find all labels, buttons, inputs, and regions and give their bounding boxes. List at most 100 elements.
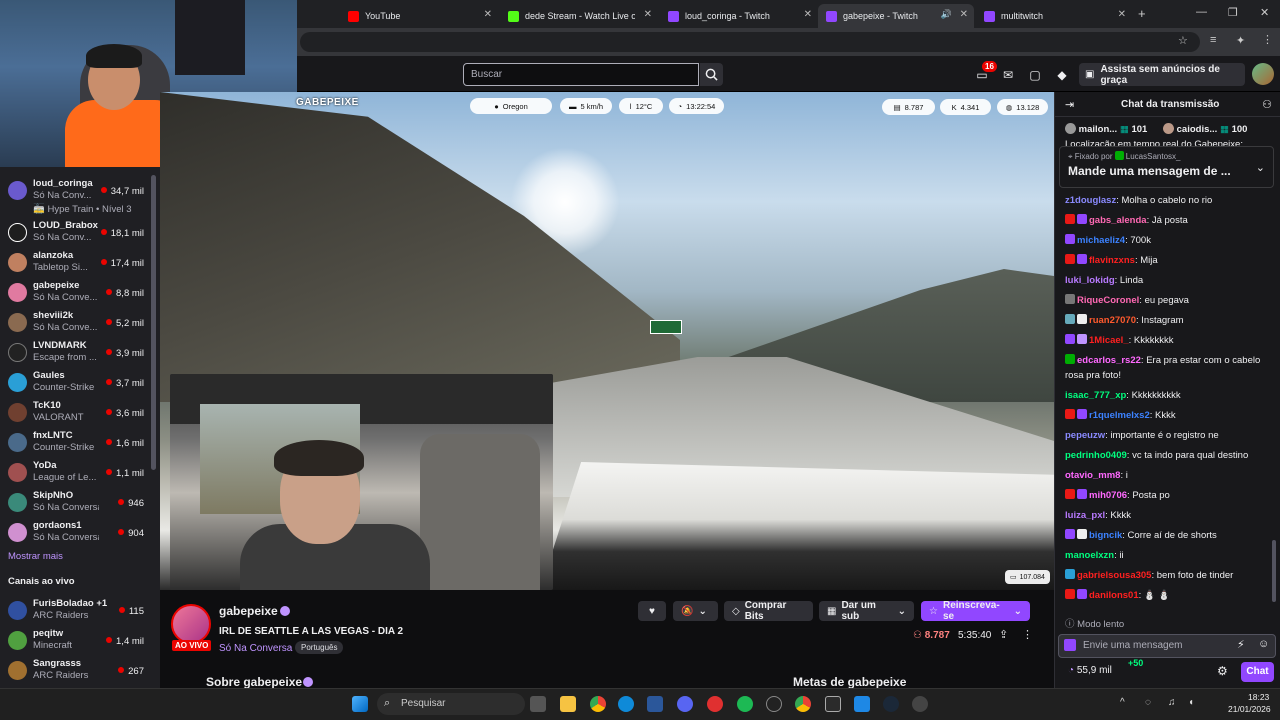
sidebar-live-furisboladao[interactable]: FurisBoladao +1 ARC Raiders 115	[0, 596, 152, 626]
sidebar-scrollbar[interactable]	[151, 175, 156, 470]
spotify-icon[interactable]	[737, 696, 753, 712]
sub-badge-icon	[1065, 214, 1075, 224]
resubscribe-button[interactable]: ☆ Reinscreva-se ⌄	[921, 600, 1030, 622]
language-tag[interactable]: Português	[295, 641, 344, 654]
sidebar-channel-gabepeixe[interactable]: gabepeixe Só Na Conve... 8,8 mil	[0, 278, 152, 308]
sidebar-channel-alanzoka[interactable]: alanzoka Tabletop Si... 17,4 mil	[0, 248, 152, 278]
emote-picker-icon[interactable]: ☺	[1258, 638, 1269, 650]
sidebar-channel-yoda[interactable]: YoDa League of Le... 1,1 mil	[0, 458, 152, 488]
buy-bits-button[interactable]: ◇ Comprar Bits	[724, 600, 813, 622]
user-avatar[interactable]	[1252, 63, 1274, 85]
tab-youtube[interactable]: YouTube ✕	[340, 4, 498, 28]
sidebar-channel-fnxlntc[interactable]: fnxLNTC Counter-Strike 1,6 mil	[0, 428, 152, 458]
sidebar-live-peqitw[interactable]: peqitw Minecraft 1,4 mil	[0, 626, 152, 656]
prime-ad-free-button[interactable]: ▣ Assista sem anúncios de graça	[1079, 63, 1245, 86]
sidebar-live-sangrasss[interactable]: Sangrasss ARC Raiders 267	[0, 656, 152, 686]
chat-scrollbar[interactable]	[1272, 540, 1276, 602]
search-input[interactable]: Buscar	[463, 63, 699, 86]
bits-icon[interactable]: ◆	[1055, 68, 1069, 82]
app-icon[interactable]	[707, 696, 723, 712]
community-icon[interactable]: ⚇	[1262, 98, 1272, 111]
speaker-icon[interactable]: 🔊	[941, 9, 952, 20]
chevron-down-icon: ⌄	[897, 605, 906, 617]
notepad-icon[interactable]	[854, 696, 870, 712]
notifications-button[interactable]: 🔕 ⌄	[673, 601, 718, 621]
new-tab-icon[interactable]: +	[1138, 6, 1146, 21]
restore-icon[interactable]: ❐	[1228, 6, 1238, 19]
share-icon[interactable]: ⇪	[999, 628, 1008, 641]
streamer-name[interactable]: gabepeixe	[219, 604, 278, 618]
video-player[interactable]: GABEPEIXE ● Oregon ▬ 5 km/h ǀ 12°C ◔ 13:22:5…	[160, 92, 1054, 590]
tab-gabepeixe[interactable]: gabepeixe - Twitch 🔊 ✕	[818, 4, 974, 28]
channel-points-balance[interactable]: ◔ 55,9 mil	[1068, 665, 1112, 676]
sub-badge-icon	[1065, 529, 1075, 539]
sidebar-channel-loud-brabox[interactable]: LOUD_Brabox Só Na Conv... 18,1 mil	[0, 218, 152, 248]
discord-icon[interactable]	[677, 696, 693, 712]
windows-start-icon[interactable]	[352, 696, 368, 712]
chat-message: pedrinho0409: vc ta indo para qual desti…	[1065, 450, 1249, 461]
sidebar-channel-gaules[interactable]: Gaules Counter-Strike 3,7 mil	[0, 368, 152, 398]
app-icon[interactable]	[912, 696, 928, 712]
reading-list-icon[interactable]: ≡	[1210, 34, 1216, 46]
mute-badge-icon	[1077, 529, 1087, 539]
pinned-message[interactable]: ⌖ Fixado por LucasSantosx_ Mande uma men…	[1059, 146, 1274, 188]
close-window-icon[interactable]: ✕	[1260, 6, 1269, 19]
show-more-link[interactable]: Mostrar mais	[8, 551, 63, 562]
follow-button[interactable]: ♥	[638, 601, 666, 621]
file-explorer-icon[interactable]	[560, 696, 576, 712]
car-seat	[420, 434, 540, 590]
bits-cheer-icon[interactable]: ⚡	[1237, 638, 1245, 651]
steam-icon[interactable]	[883, 696, 899, 712]
stream-category-link[interactable]: Só Na Conversa	[219, 643, 292, 654]
chat-settings-icon[interactable]: ⚙	[1217, 664, 1228, 678]
bookmark-star-icon[interactable]: ☆	[1178, 34, 1188, 47]
close-tab-icon[interactable]: ✕	[1118, 9, 1126, 20]
show-hidden-icons[interactable]: ^	[1120, 697, 1125, 708]
browser-menu-icon[interactable]: ⋮	[1262, 33, 1273, 46]
sidebar-channel-tck10[interactable]: TcK10 VALORANT 3,6 mil	[0, 398, 152, 428]
car-dashboard	[540, 462, 1054, 590]
close-tab-icon[interactable]: ✕	[804, 9, 812, 20]
obs-icon[interactable]	[766, 696, 782, 712]
mail-icon[interactable]: ✉	[1001, 68, 1015, 82]
sidebar-channel-sheviii2k[interactable]: sheviii2k Só Na Conve... 5,2 mil	[0, 308, 152, 338]
gift-icon: ▦	[1119, 124, 1129, 135]
epic-games-icon[interactable]	[825, 696, 841, 712]
more-options-icon[interactable]: ⋮	[1022, 628, 1033, 641]
stream-title: IRL DE SEATTLE A LAS VEGAS - DIA 2	[219, 626, 404, 637]
tab-kick[interactable]: dede Stream - Watch Live on K ✕	[500, 4, 658, 28]
taskbar-time[interactable]: 18:23	[1248, 692, 1269, 702]
chat-badge-icon[interactable]	[1064, 639, 1076, 651]
sidebar-channel-loud-coringa[interactable]: loud_coringa Só Na Conv... 34,7 mil 🚋 Hy…	[0, 176, 152, 220]
avatar	[8, 493, 27, 512]
sidebar-channel-skipnho[interactable]: SkipNhO Só Na Conversa 946	[0, 488, 152, 518]
chevron-down-icon[interactable]: ⌄	[1256, 161, 1265, 174]
extension-icon[interactable]: ✦	[1236, 34, 1245, 47]
close-tab-icon[interactable]: ✕	[960, 9, 968, 20]
gift-sub-button[interactable]: ▦ Dar um sub ⌄	[819, 600, 914, 622]
close-tab-icon[interactable]: ✕	[644, 9, 652, 20]
whispers-icon[interactable]: ▢	[1028, 68, 1042, 82]
mail-app-icon[interactable]	[647, 696, 663, 712]
network-icon[interactable]: ◌	[1145, 697, 1151, 708]
taskbar-search[interactable]: Pesquisar	[377, 693, 525, 715]
tab-loud-coringa[interactable]: loud_coringa - Twitch ✕	[660, 4, 818, 28]
chrome-icon[interactable]	[590, 696, 606, 712]
url-field[interactable]	[300, 32, 1200, 52]
collapse-chat-icon[interactable]: ⇥	[1065, 98, 1074, 111]
speaker-icon[interactable]: ◖	[1188, 697, 1194, 708]
close-tab-icon[interactable]: ✕	[484, 9, 492, 20]
taskbar-date[interactable]: 21/01/2026	[1228, 704, 1271, 714]
streamer-avatar[interactable]	[171, 604, 211, 644]
edge-icon[interactable]	[618, 696, 634, 712]
chrome-profile-icon[interactable]	[795, 696, 811, 712]
tab-multitwitch[interactable]: multitwitch ✕	[976, 4, 1132, 28]
microphone-icon[interactable]: ♫	[1168, 697, 1176, 708]
task-view-icon[interactable]	[530, 696, 546, 712]
chat-send-button[interactable]: Chat	[1241, 662, 1274, 682]
sidebar-channel-gordaons1[interactable]: gordaons1 Só Na Conversa 904	[0, 518, 152, 548]
sidebar-channel-lvndmark[interactable]: LVNDMARK Escape from ... 3,9 mil	[0, 338, 152, 368]
chat-stat-icon: ▤	[893, 102, 901, 112]
search-button[interactable]	[700, 63, 723, 86]
minimize-icon[interactable]: —	[1196, 6, 1207, 18]
